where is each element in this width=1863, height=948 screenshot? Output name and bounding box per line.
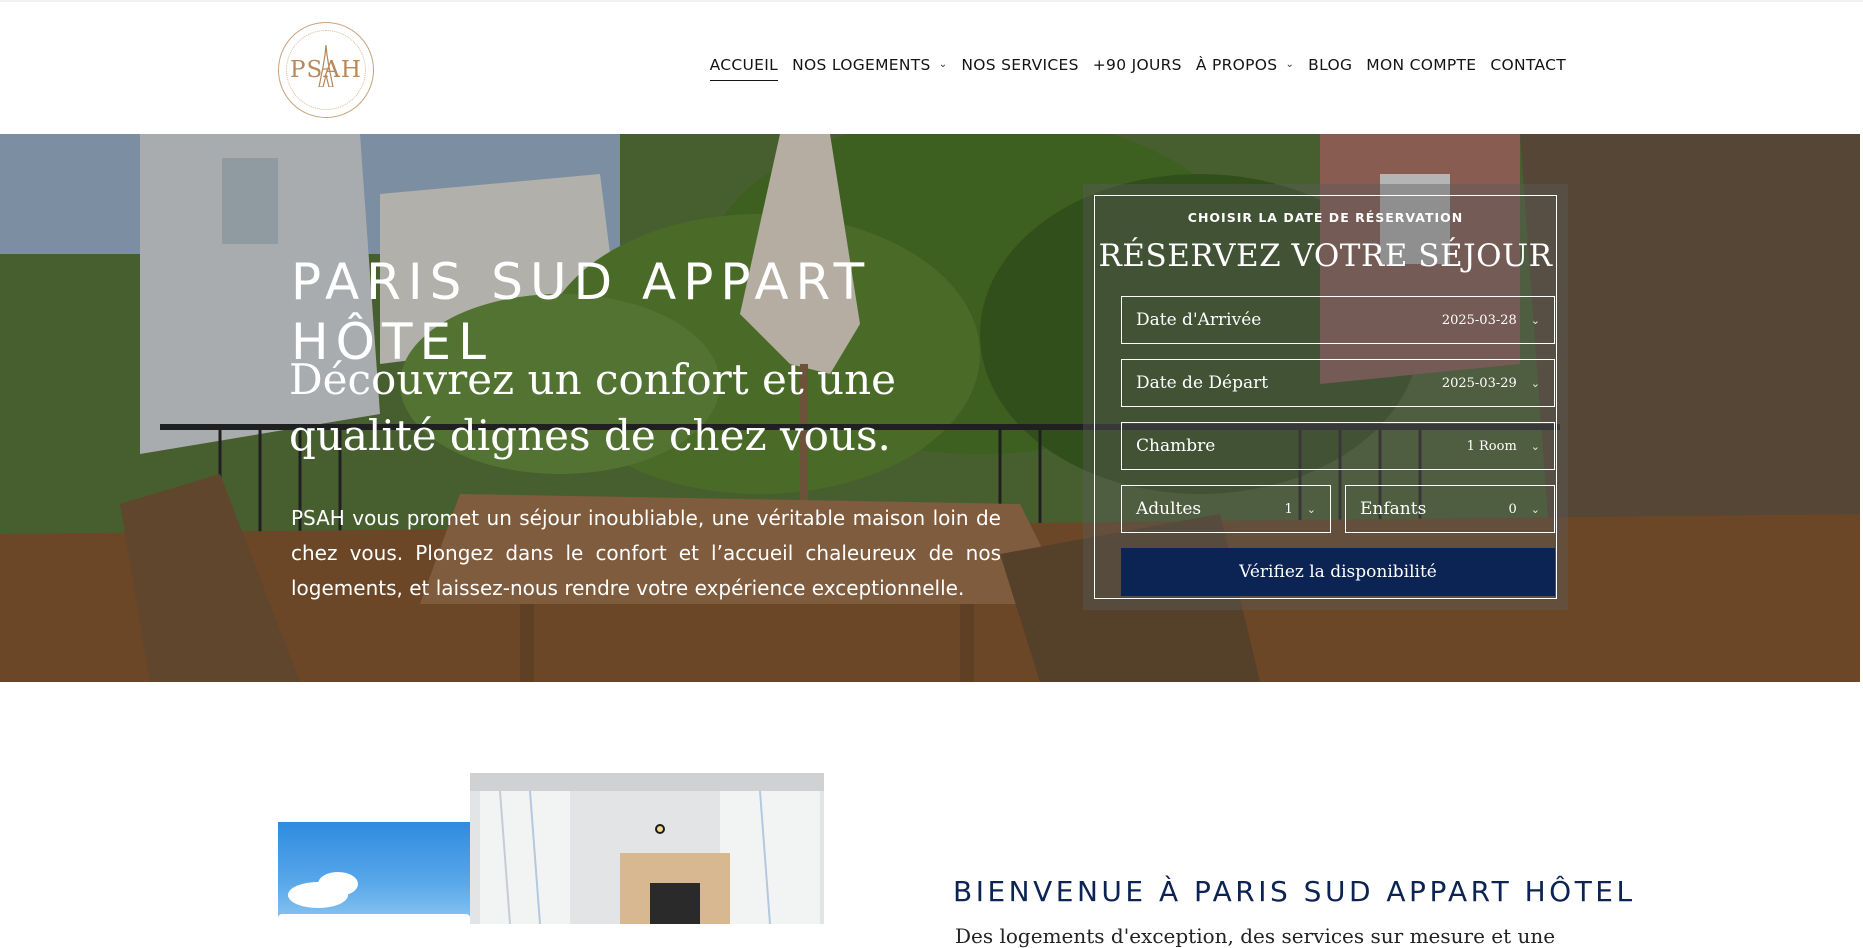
departure-date-value: 2025-03-29 xyxy=(1441,375,1517,391)
cloud-shape xyxy=(318,872,358,896)
hero-paragraph: PSAH vous promet un séjour inoubliable, … xyxy=(291,506,1001,600)
chevron-down-icon: ⌄ xyxy=(1530,313,1540,327)
arrival-date-value: 2025-03-28 xyxy=(1441,312,1517,328)
room-select[interactable]: Chambre 1 Room ⌄ xyxy=(1121,422,1555,470)
chevron-down-icon: ⌄ xyxy=(1530,439,1540,453)
room-label: Chambre xyxy=(1136,436,1216,456)
chevron-down-icon: ⌄ xyxy=(1285,58,1295,70)
nav-item-90-jours[interactable]: +90 JOURS xyxy=(1093,56,1182,78)
nav-label: NOS SERVICES xyxy=(961,56,1079,74)
hero-subtitle: Découvrez un confort et une qualité dign… xyxy=(289,355,897,460)
nav-label: NOS LOGEMENTS xyxy=(792,56,931,74)
chevron-down-icon: ⌄ xyxy=(1530,376,1540,390)
nav-item-contact[interactable]: CONTACT xyxy=(1490,56,1566,78)
chevron-down-icon: ⌄ xyxy=(938,58,948,70)
nav-label: +90 JOURS xyxy=(1092,56,1182,74)
nav-item-nos-logements[interactable]: NOS LOGEMENTS ⌄ xyxy=(792,56,947,78)
nav-item-nos-services[interactable]: NOS SERVICES xyxy=(961,56,1078,78)
apartment-interior-photo xyxy=(470,773,824,924)
children-select[interactable]: Enfants 0 ⌄ xyxy=(1345,485,1555,533)
children-value: 0 xyxy=(1508,501,1517,517)
nav-label: À PROPOS xyxy=(1195,56,1278,74)
logo-text: PSAH xyxy=(290,57,362,83)
adults-label: Adultes xyxy=(1136,499,1202,519)
psah-logo[interactable]: PSAH xyxy=(278,22,374,118)
nav-label: CONTACT xyxy=(1490,56,1566,74)
nav-label: BLOG xyxy=(1308,56,1353,74)
room-value: 1 Room xyxy=(1466,438,1517,454)
adults-value: 1 xyxy=(1284,501,1293,517)
booking-form: CHOISIR LA DATE DE RÉSERVATION RÉSERVEZ … xyxy=(1083,184,1568,610)
cloud-shape xyxy=(278,914,470,924)
adults-select[interactable]: Adultes 1 ⌄ xyxy=(1121,485,1331,533)
check-availability-button[interactable]: Vérifiez la disponibilité xyxy=(1121,548,1555,596)
nav-label: MON COMPTE xyxy=(1366,56,1477,74)
chevron-down-icon: ⌄ xyxy=(1306,502,1316,516)
departure-date-label: Date de Départ xyxy=(1136,373,1269,393)
booking-title: RÉSERVEZ VOTRE SÉJOUR xyxy=(1098,238,1553,274)
children-label: Enfants xyxy=(1360,499,1427,519)
hero-banner: PARIS SUD APPART HÔTEL Découvrez un conf… xyxy=(0,134,1860,682)
sky-photo xyxy=(278,822,470,924)
nav-item-blog[interactable]: BLOG xyxy=(1308,56,1352,78)
chevron-down-icon: ⌄ xyxy=(1530,502,1540,516)
departure-date-field[interactable]: Date de Départ 2025-03-29 ⌄ xyxy=(1121,359,1555,407)
arrival-date-label: Date d'Arrivée xyxy=(1136,310,1262,330)
main-navigation: ACCUEIL NOS LOGEMENTS ⌄ NOS SERVICES +90… xyxy=(709,56,1566,81)
booking-frame: CHOISIR LA DATE DE RÉSERVATION RÉSERVEZ … xyxy=(1094,195,1557,599)
site-header: PSAH ACCUEIL NOS LOGEMENTS ⌄ NOS SERVICE… xyxy=(0,0,1863,134)
nav-label: ACCUEIL xyxy=(709,56,779,74)
nav-item-accueil[interactable]: ACCUEIL xyxy=(709,56,779,81)
welcome-title: BIENVENUE À PARIS SUD APPART HÔTEL xyxy=(953,875,1636,909)
interior-illustration xyxy=(470,773,824,924)
booking-label: CHOISIR LA DATE DE RÉSERVATION xyxy=(1187,210,1464,225)
welcome-text: Des logements d'exception, des services … xyxy=(955,924,1556,948)
nav-item-a-propos[interactable]: À PROPOS ⌄ xyxy=(1196,56,1294,78)
nav-item-mon-compte[interactable]: MON COMPTE xyxy=(1366,56,1476,78)
arrival-date-field[interactable]: Date d'Arrivée 2025-03-28 ⌄ xyxy=(1121,296,1555,344)
